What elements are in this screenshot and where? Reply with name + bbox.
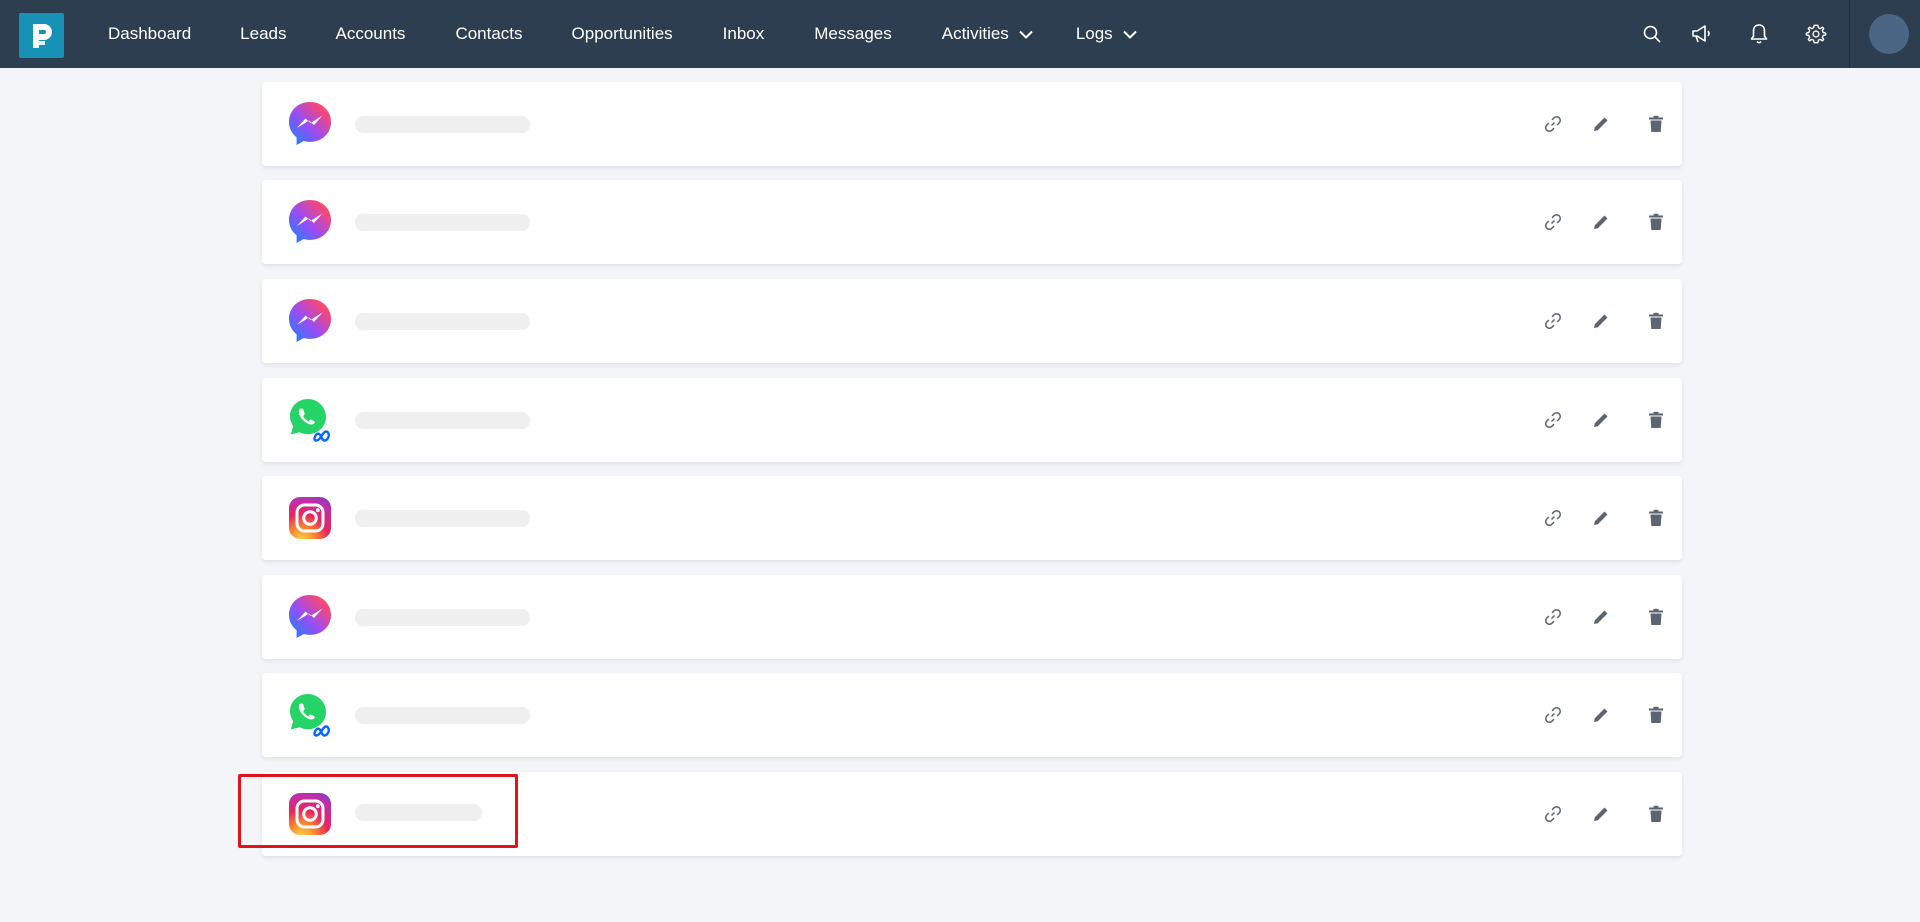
channel-name xyxy=(355,707,530,724)
nav-accounts[interactable]: Accounts xyxy=(336,24,406,44)
chevron-down-icon xyxy=(1122,30,1137,39)
link-icon[interactable] xyxy=(1541,605,1565,629)
channel-name xyxy=(355,804,482,821)
whatsapp-icon xyxy=(290,694,331,737)
link-icon[interactable] xyxy=(1541,408,1565,432)
channel-row xyxy=(262,476,1682,560)
edit-icon[interactable] xyxy=(1589,802,1613,826)
nav-opportunities[interactable]: Opportunities xyxy=(572,24,673,44)
nav-dashboard[interactable]: Dashboard xyxy=(108,24,191,44)
channel-row xyxy=(262,772,1682,856)
edit-icon[interactable] xyxy=(1589,703,1613,727)
edit-icon[interactable] xyxy=(1589,506,1613,530)
trash-icon[interactable] xyxy=(1644,605,1668,629)
messenger-icon xyxy=(289,200,331,243)
edit-icon[interactable] xyxy=(1589,210,1613,234)
edit-icon[interactable] xyxy=(1589,408,1613,432)
link-icon[interactable] xyxy=(1541,309,1565,333)
messenger-icon xyxy=(289,299,331,342)
channel-row xyxy=(262,575,1682,659)
nav-contacts-label: Contacts xyxy=(455,24,523,43)
instagram-icon xyxy=(289,793,331,835)
nav-logs-label: Logs xyxy=(1075,24,1113,43)
megaphone-icon[interactable] xyxy=(1689,22,1713,46)
nav-logs[interactable]: Logs xyxy=(1076,24,1137,44)
link-icon[interactable] xyxy=(1541,506,1565,530)
channel-row xyxy=(262,279,1682,363)
trash-icon[interactable] xyxy=(1644,506,1668,530)
toolbar-divider xyxy=(1849,0,1850,68)
channel-row xyxy=(262,82,1682,166)
trash-icon[interactable] xyxy=(1644,210,1668,234)
nav-leads-label: Leads xyxy=(240,24,287,43)
nav-inbox[interactable]: Inbox xyxy=(723,24,765,44)
trash-icon[interactable] xyxy=(1644,309,1668,333)
nav-messages-label: Messages xyxy=(814,24,892,43)
link-icon[interactable] xyxy=(1541,112,1565,136)
nav-opportunities-label: Opportunities xyxy=(571,24,673,43)
channel-row xyxy=(262,180,1682,264)
whatsapp-icon xyxy=(290,399,331,442)
trash-icon[interactable] xyxy=(1644,703,1668,727)
nav-activities[interactable]: Activities xyxy=(942,24,1033,44)
channel-row xyxy=(262,378,1682,462)
channel-name xyxy=(355,609,530,626)
search-icon[interactable] xyxy=(1640,22,1664,46)
link-icon[interactable] xyxy=(1541,802,1565,826)
link-icon[interactable] xyxy=(1541,703,1565,727)
messenger-icon xyxy=(289,102,331,145)
nav-leads[interactable]: Leads xyxy=(240,24,286,44)
main-nav: Dashboard Leads Accounts Contacts Opport… xyxy=(108,0,1137,68)
link-icon[interactable] xyxy=(1541,210,1565,234)
edit-icon[interactable] xyxy=(1589,605,1613,629)
top-navigation-bar: Dashboard Leads Accounts Contacts Opport… xyxy=(0,0,1920,68)
edit-icon[interactable] xyxy=(1589,309,1613,333)
edit-icon[interactable] xyxy=(1589,112,1613,136)
user-avatar[interactable] xyxy=(1869,14,1909,54)
gear-icon[interactable] xyxy=(1804,22,1828,46)
trash-icon[interactable] xyxy=(1644,408,1668,432)
nav-messages[interactable]: Messages xyxy=(814,24,891,44)
nav-contacts[interactable]: Contacts xyxy=(455,24,522,44)
nav-accounts-label: Accounts xyxy=(335,24,406,43)
trash-icon[interactable] xyxy=(1644,112,1668,136)
app-logo-icon xyxy=(32,23,52,48)
channel-name xyxy=(355,412,530,429)
nav-dashboard-label: Dashboard xyxy=(108,24,192,43)
bell-icon[interactable] xyxy=(1747,22,1771,46)
chevron-down-icon xyxy=(1019,30,1033,39)
channel-name xyxy=(355,510,530,527)
channel-name xyxy=(355,313,530,330)
channel-name xyxy=(355,116,530,133)
instagram-icon xyxy=(289,497,331,539)
nav-inbox-label: Inbox xyxy=(722,24,765,43)
channel-row xyxy=(262,673,1682,757)
nav-activities-label: Activities xyxy=(941,24,1009,43)
channel-name xyxy=(355,214,530,231)
messenger-icon xyxy=(289,595,331,638)
app-logo[interactable] xyxy=(19,13,64,58)
trash-icon[interactable] xyxy=(1644,802,1668,826)
